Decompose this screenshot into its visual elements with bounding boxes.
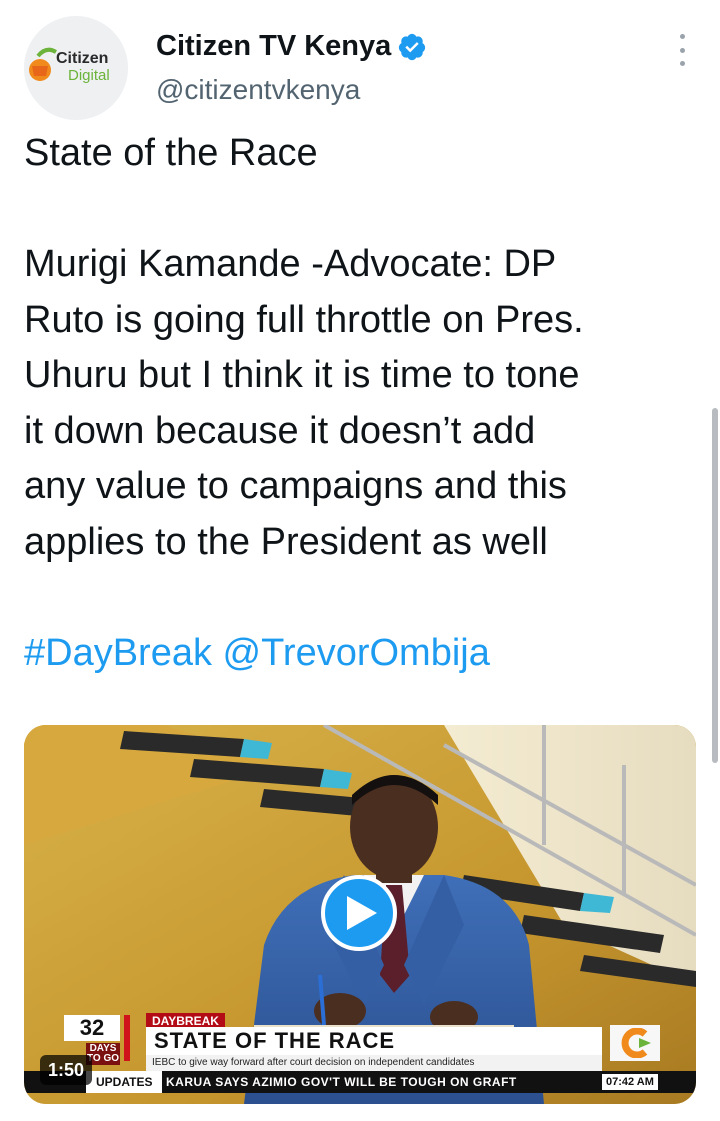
more-dot bbox=[679, 47, 685, 53]
more-vertical-icon[interactable] bbox=[668, 30, 696, 70]
citizen-c-icon bbox=[621, 1028, 651, 1058]
citizen-digital-logo: Citizen Digital bbox=[24, 16, 128, 120]
ticker-text: KARUA SAYS AZIMIO GOV'T WILL BE TOUGH ON… bbox=[166, 1075, 517, 1089]
citizen-tv-logo-icon bbox=[610, 1025, 660, 1061]
tweet-title: State of the Race bbox=[24, 132, 318, 174]
play-button[interactable] bbox=[321, 875, 397, 951]
tweet-tags-line: #DayBreak @TrevorOmbija bbox=[24, 626, 704, 682]
broadcast-subline: IEBC to give way forward after court dec… bbox=[146, 1055, 602, 1071]
video-duration: 1:50 bbox=[40, 1055, 93, 1085]
tweet-body-line: Ruto is going full throttle on Pres. bbox=[24, 298, 584, 341]
account-handle[interactable]: @citizentvkenya bbox=[156, 74, 360, 106]
broadcast-headline: STATE OF THE RACE bbox=[146, 1027, 602, 1055]
play-icon bbox=[347, 896, 377, 930]
name-row: Citizen TV Kenya bbox=[156, 30, 427, 63]
countdown-number: 32 bbox=[64, 1015, 120, 1041]
tweet-body-line: Uhuru but I think it is time to tone bbox=[24, 354, 580, 396]
video-player[interactable]: 32 DAYS TO GO DAYBREAK STATE OF THE RACE… bbox=[24, 725, 696, 1104]
tweet-body-line: any value to campaigns and this bbox=[24, 465, 567, 507]
avatar[interactable]: Citizen Digital bbox=[24, 16, 128, 120]
more-dot bbox=[679, 34, 685, 39]
verified-badge-icon bbox=[399, 33, 426, 60]
tweet-header: Citizen Digital Citizen TV Kenya @citize… bbox=[24, 16, 696, 120]
svg-text:Digital: Digital bbox=[68, 67, 110, 84]
more-dot bbox=[679, 61, 685, 66]
display-name[interactable]: Citizen TV Kenya bbox=[156, 30, 391, 63]
tweet-body-line: it down because it doesn’t add bbox=[24, 409, 536, 452]
tweet-text: State of the Race Murigi Kamande -Advoca… bbox=[24, 126, 704, 681]
broadcast-lower-third: 32 DAYS TO GO DAYBREAK STATE OF THE RACE… bbox=[64, 1013, 696, 1075]
tweet-body-line: applies to the President as well bbox=[24, 520, 548, 563]
ticker-time: 07:42 AM bbox=[602, 1074, 658, 1090]
red-strip bbox=[124, 1015, 130, 1061]
news-ticker: UPDATES KARUA SAYS AZIMIO GOV'T WILL BE … bbox=[24, 1071, 696, 1093]
ticker-label: UPDATES bbox=[86, 1071, 162, 1093]
tweet-body-line: Murigi Kamande -Advocate: DP bbox=[24, 243, 557, 285]
scrollbar[interactable] bbox=[712, 408, 718, 763]
hashtag-link[interactable]: #DayBreak bbox=[24, 632, 212, 674]
svg-text:Citizen: Citizen bbox=[56, 50, 108, 67]
mention-link[interactable]: @TrevorOmbija bbox=[223, 632, 490, 674]
